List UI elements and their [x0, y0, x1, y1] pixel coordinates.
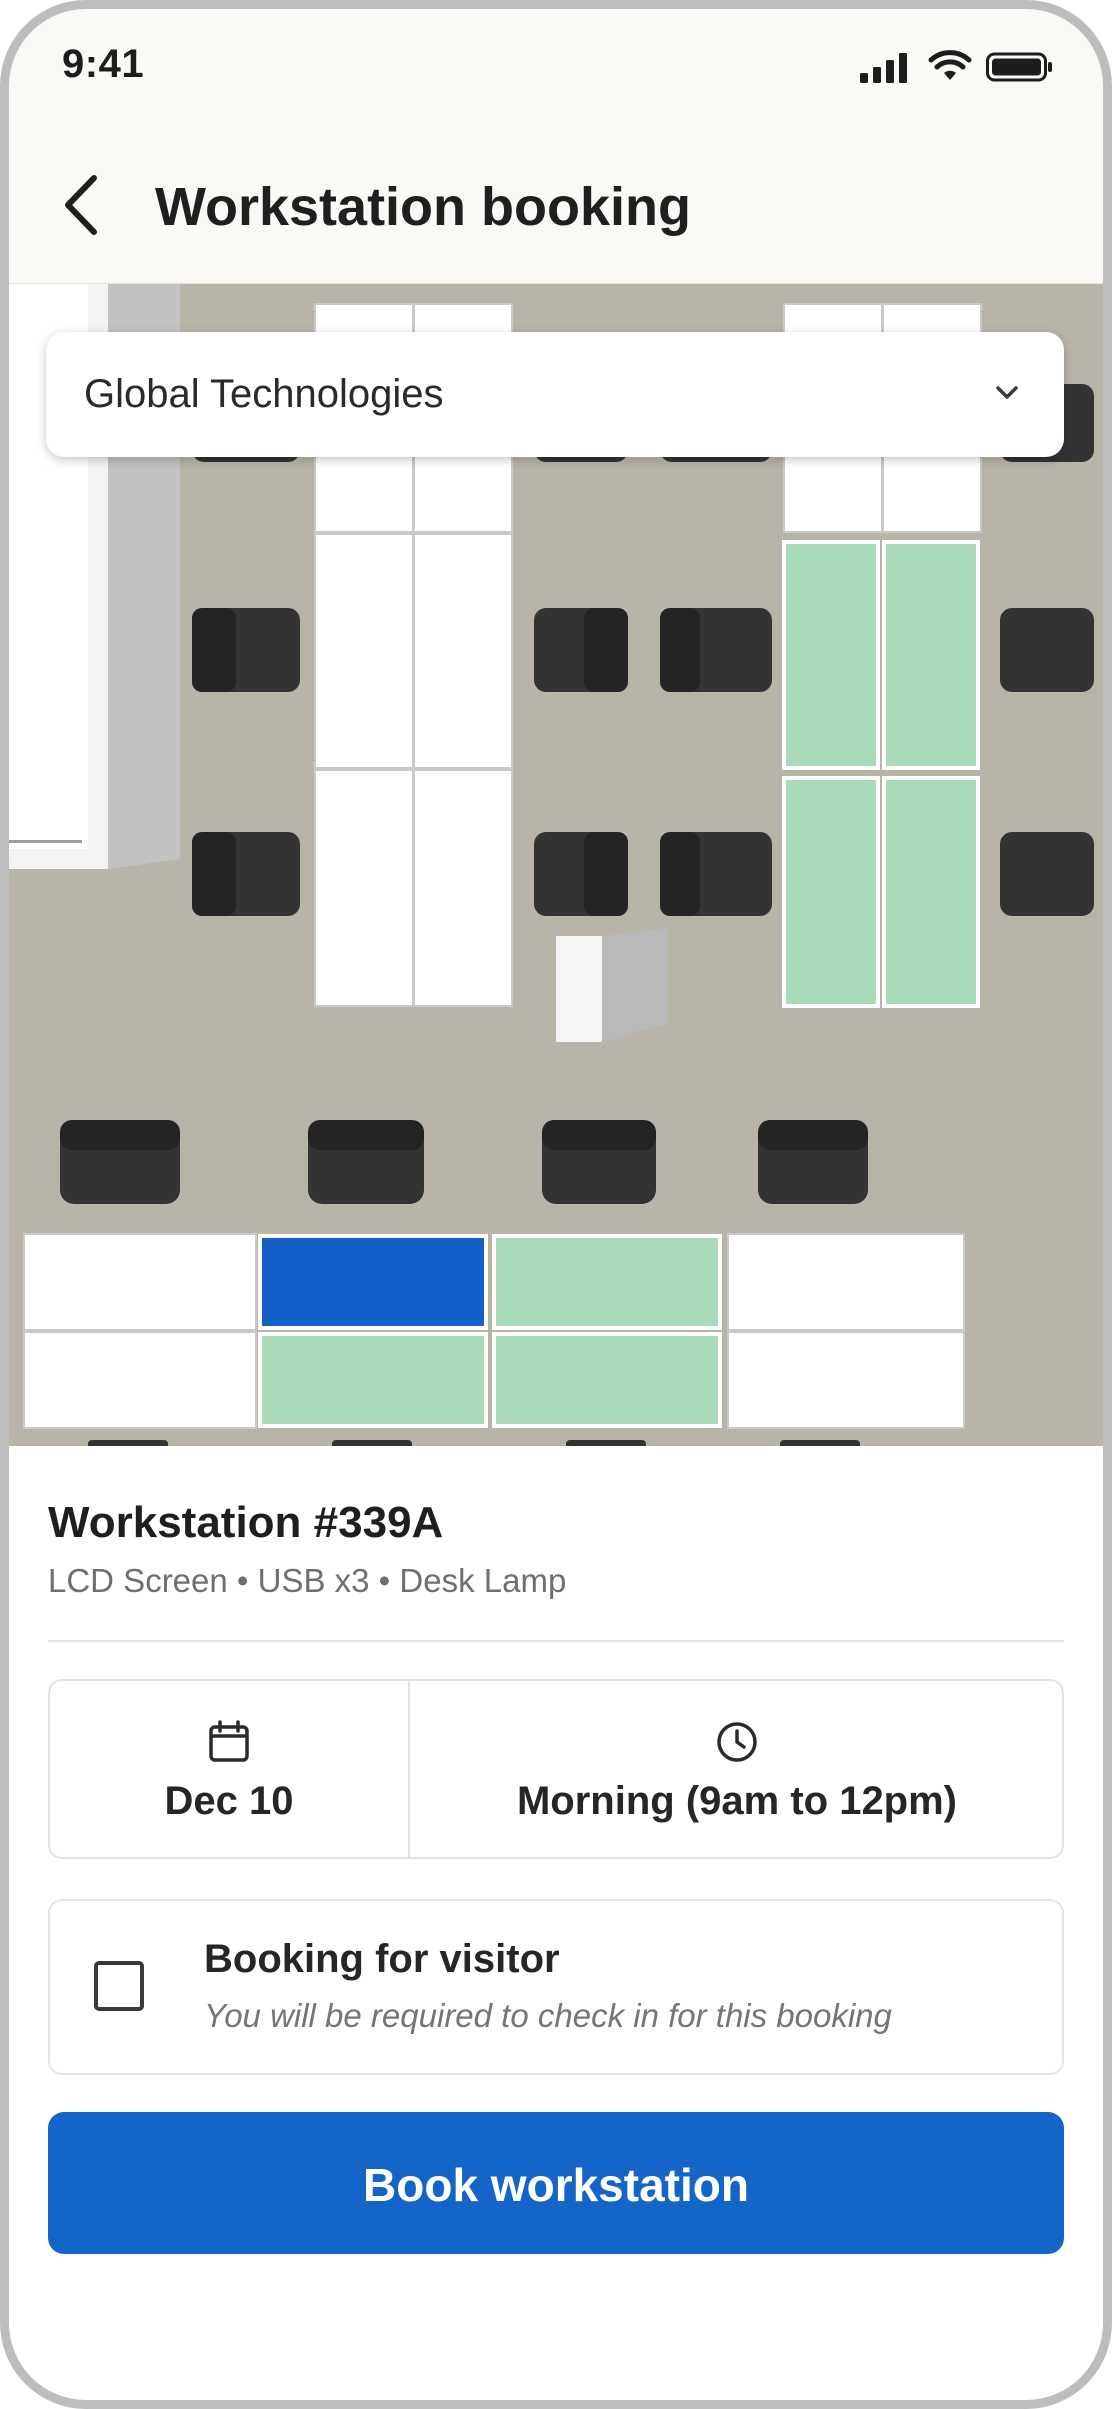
desk[interactable]	[23, 1233, 257, 1331]
desk-available[interactable]	[782, 540, 880, 770]
desk[interactable]	[413, 769, 513, 1007]
desk[interactable]	[413, 533, 513, 769]
workstation-details: Workstation #339A LCD Screen • USB x3 • …	[0, 1446, 1112, 2409]
floor-map[interactable]	[0, 284, 1112, 1446]
cabinet-side	[602, 928, 668, 1042]
clock-icon	[714, 1719, 760, 1770]
visitor-title: Booking for visitor	[204, 1937, 560, 1981]
floor-plan	[0, 284, 1094, 1446]
status-time: 9:41	[62, 42, 145, 86]
chair	[1000, 608, 1094, 692]
calendar-icon	[206, 1719, 252, 1770]
desk-available[interactable]	[492, 1234, 722, 1330]
desk[interactable]	[23, 1331, 257, 1429]
chevron-down-icon	[992, 378, 1022, 413]
time-slot-picker[interactable]: Morning (9am to 12pm)	[410, 1681, 1064, 1857]
workstation-title: Workstation #339A	[48, 1498, 444, 1547]
divider	[48, 1640, 1064, 1642]
location-select[interactable]: Global Technologies	[46, 332, 1064, 457]
desk[interactable]	[314, 769, 414, 1007]
chair	[1000, 832, 1094, 916]
desk-available[interactable]	[882, 540, 980, 770]
status-icons	[860, 50, 1054, 89]
visitor-option[interactable]: Booking for visitor You will be required…	[48, 1899, 1064, 2075]
phone-screen: 9:41 Workstation booking Global Technolo…	[0, 0, 1112, 2409]
workstation-features: LCD Screen • USB x3 • Desk Lamp	[48, 1562, 567, 1599]
left-wall-line	[0, 840, 82, 843]
date-picker[interactable]: Dec 10	[50, 1681, 410, 1857]
battery-icon	[986, 51, 1054, 88]
desk[interactable]	[727, 1331, 965, 1429]
selected-time-slot: Morning (9am to 12pm)	[516, 1779, 958, 1823]
page-title: Workstation booking	[155, 177, 691, 237]
cabinet	[556, 936, 602, 1042]
signal-icon	[860, 51, 914, 88]
selected-date: Dec 10	[164, 1779, 294, 1823]
app-header: Workstation booking	[0, 130, 1112, 284]
desk-available[interactable]	[882, 776, 980, 1008]
visitor-subtitle: You will be required to check in for thi…	[204, 1997, 892, 2034]
book-workstation-label: Book workstation	[363, 2159, 749, 2211]
desk[interactable]	[727, 1233, 965, 1331]
status-bar: 9:41	[0, 0, 1112, 130]
desk-available[interactable]	[492, 1332, 722, 1428]
back-button[interactable]	[58, 170, 108, 240]
location-select-value: Global Technologies	[84, 372, 444, 416]
desk-available[interactable]	[258, 1332, 488, 1428]
booking-time-selector: Dec 10 Morning (9am to 12pm)	[48, 1679, 1064, 1859]
desk[interactable]	[314, 533, 414, 769]
chevron-left-icon	[65, 175, 97, 235]
wifi-icon	[928, 50, 972, 89]
desk-selected[interactable]	[258, 1234, 488, 1330]
desk-available[interactable]	[782, 776, 880, 1008]
book-workstation-button[interactable]: Book workstation	[48, 2112, 1064, 2254]
visitor-checkbox[interactable]	[94, 1961, 144, 2011]
desk-block-bottom	[23, 1233, 965, 1429]
